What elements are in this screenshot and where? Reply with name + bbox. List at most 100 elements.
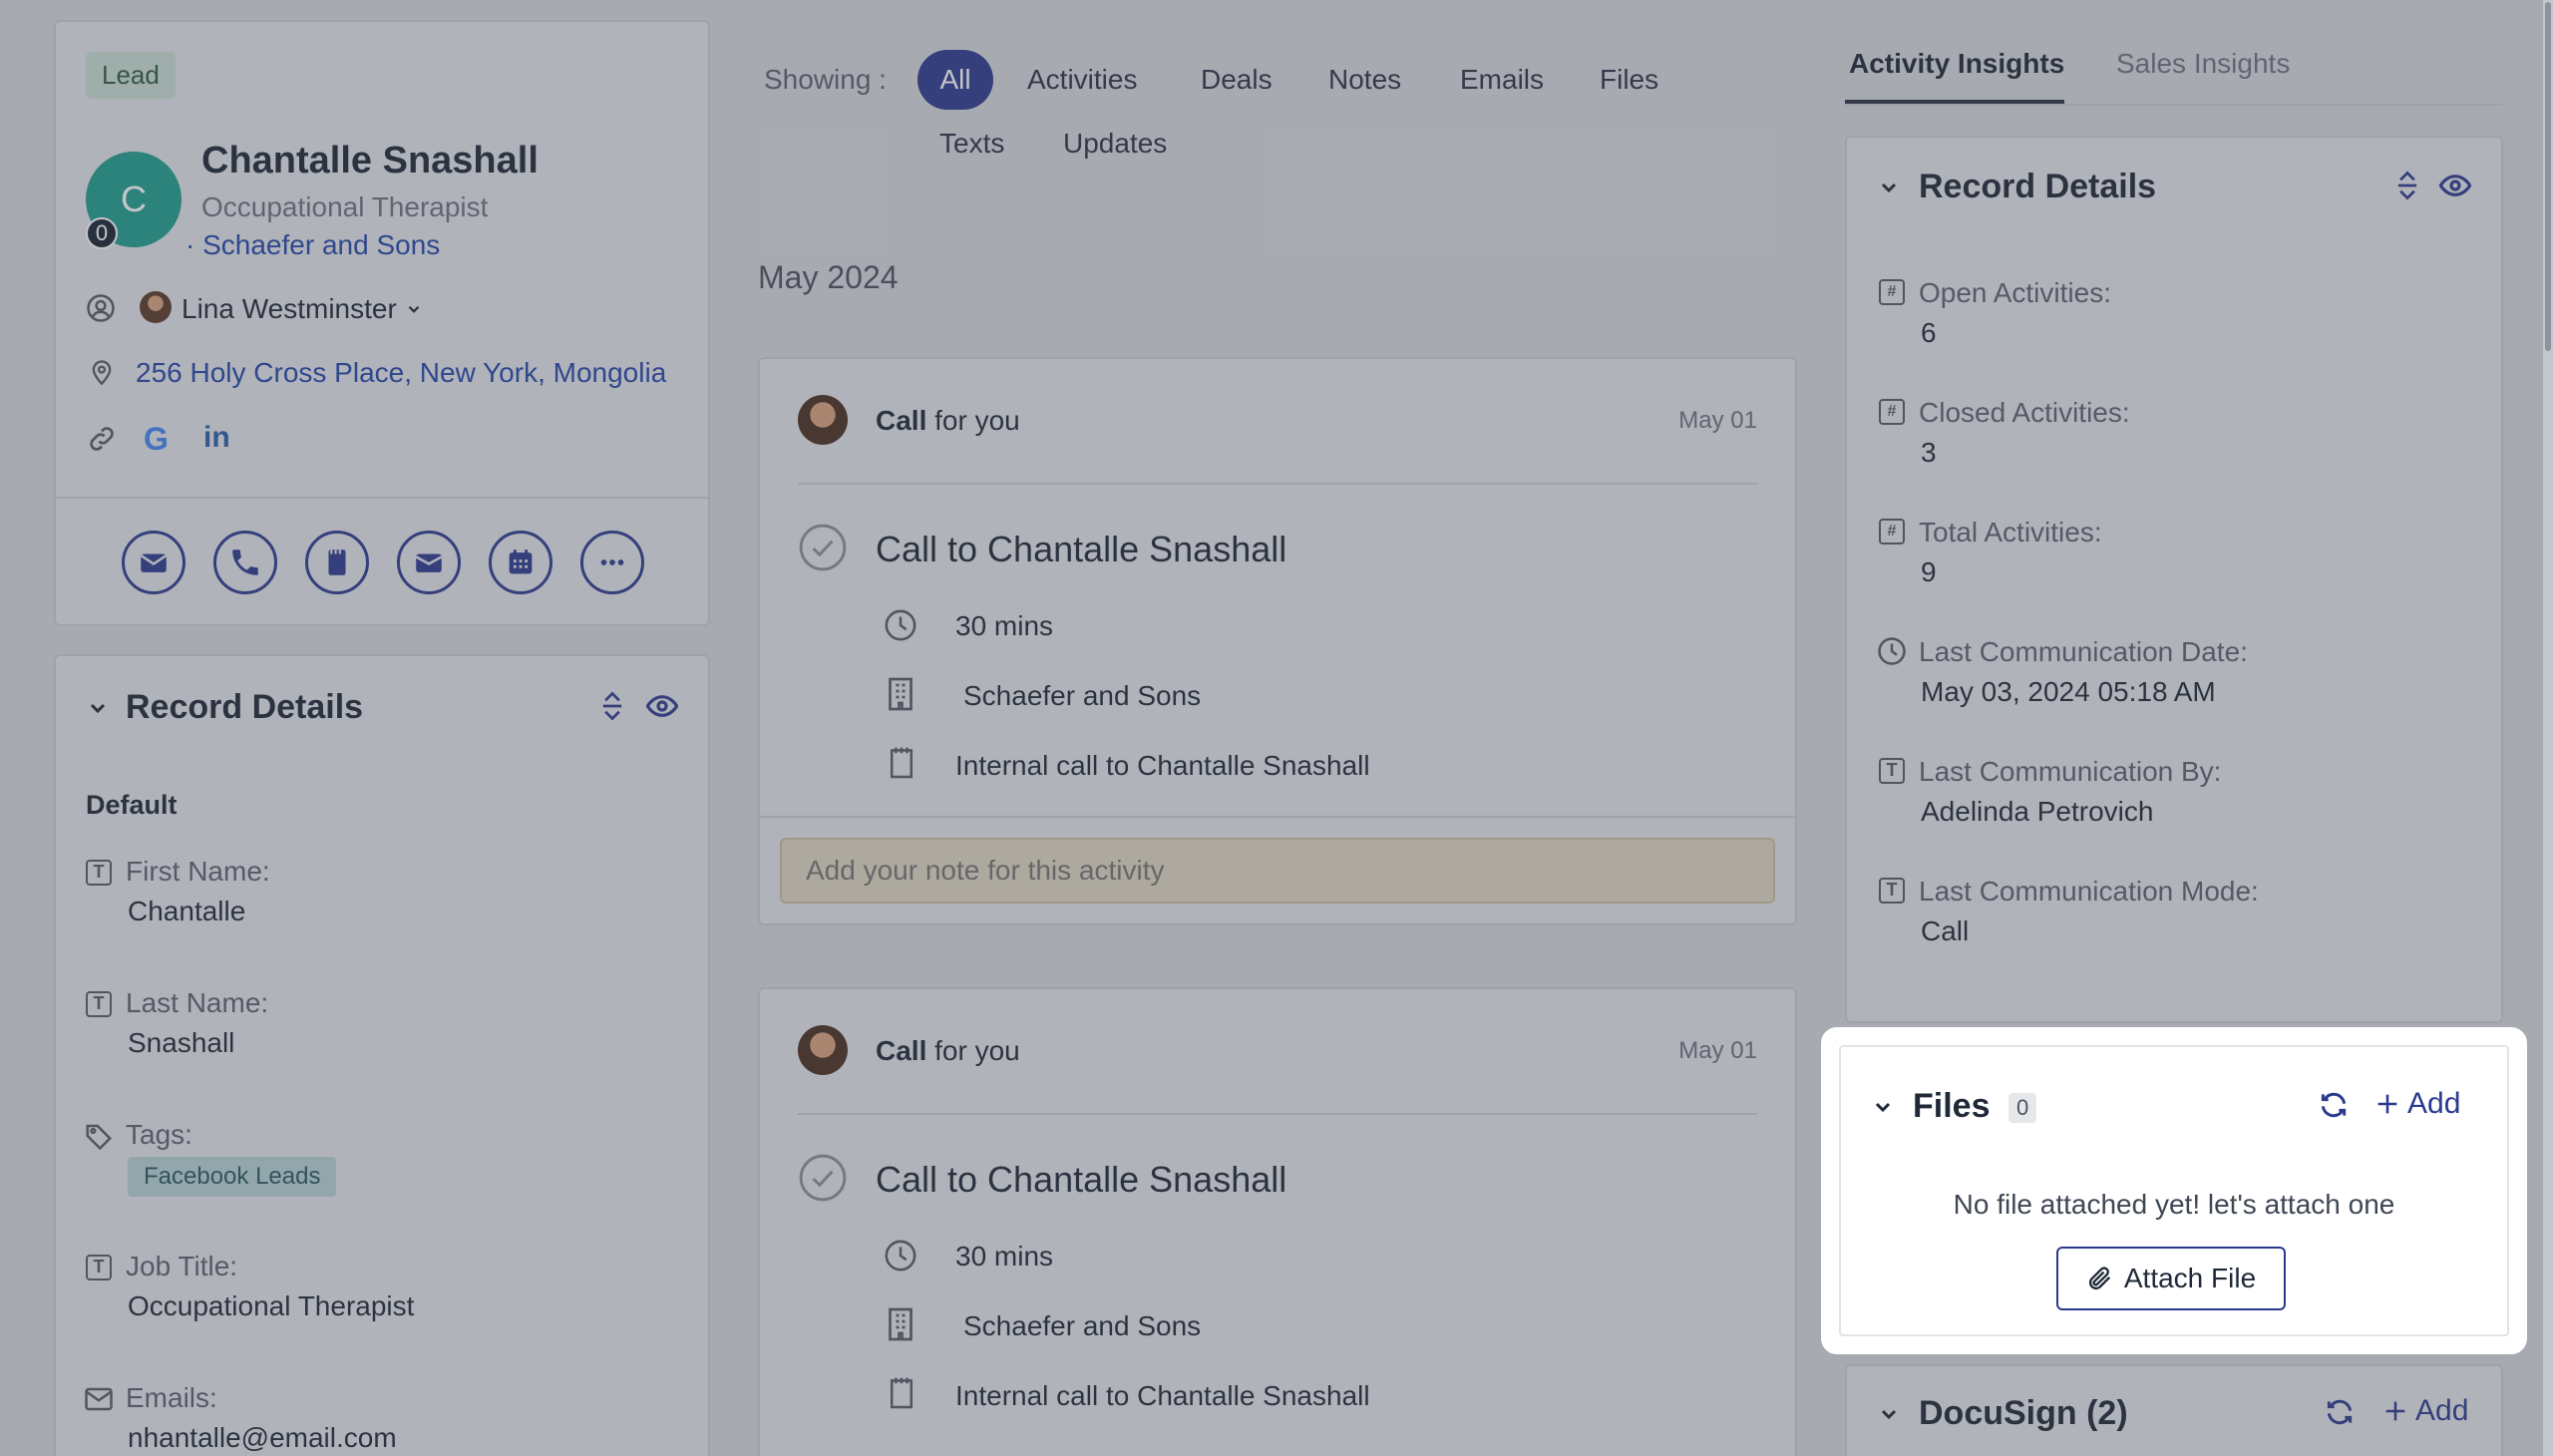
chevron-down-icon[interactable] xyxy=(86,696,110,720)
emails-label: Emails: xyxy=(126,1382,217,1413)
eye-icon[interactable] xyxy=(2439,172,2471,199)
tab-activity-insights[interactable]: Activity Insights xyxy=(1849,48,2064,80)
files-card-inner: Files 0 Add No file attached yet! let's … xyxy=(1839,1045,2509,1336)
check-circle-icon[interactable] xyxy=(798,1153,848,1203)
plus-icon xyxy=(2385,1401,2405,1421)
note-outline-icon xyxy=(890,1377,913,1409)
divider xyxy=(798,483,1757,485)
filter-activities[interactable]: Activities xyxy=(1027,64,1137,96)
first-name-label: First Name: xyxy=(126,856,270,887)
clock-icon xyxy=(1878,637,1906,665)
activity-type: Call xyxy=(876,405,927,436)
activity-title[interactable]: Call to Chantalle Snashall xyxy=(876,529,1286,570)
phone-button[interactable] xyxy=(213,531,277,594)
attach-file-button[interactable]: Attach File xyxy=(2056,1247,2286,1310)
refresh-icon[interactable] xyxy=(2324,1396,2356,1428)
docusign-card: DocuSign (2) Add xyxy=(1845,1364,2503,1456)
check-circle-icon[interactable] xyxy=(798,523,848,572)
insights-record-details-card: Record Details # Open Activities: 6 # Cl… xyxy=(1845,136,2503,1023)
company-link[interactable]: Schaefer and Sons xyxy=(202,229,440,260)
scrollbar-thumb[interactable] xyxy=(2545,2,2551,351)
divider xyxy=(760,816,1795,818)
filter-deals[interactable]: Deals xyxy=(1201,64,1273,96)
email-icon xyxy=(140,553,168,572)
contact-job-title: Occupational Therapist xyxy=(201,191,489,222)
job-title-label: Job Title: xyxy=(126,1251,238,1281)
sort-icon[interactable] xyxy=(598,690,626,722)
files-title: Files xyxy=(1913,1087,1991,1125)
last-comm-by-value: Adelinda Petrovich xyxy=(1921,796,2154,827)
files-add-button[interactable]: Add xyxy=(2373,1087,2460,1121)
phone-icon xyxy=(232,549,258,575)
text-icon: T xyxy=(86,991,112,1017)
activity-card: Call for you May 01 Call to Chantalle Sn… xyxy=(758,357,1797,925)
activity-company: Schaefer and Sons xyxy=(963,1310,1202,1341)
text-icon: T xyxy=(86,860,112,886)
eye-icon[interactable] xyxy=(646,692,678,720)
chevron-down-icon[interactable] xyxy=(1877,176,1901,199)
note-icon xyxy=(328,549,346,575)
activity-title[interactable]: Call to Chantalle Snashall xyxy=(876,1159,1286,1201)
last-name-value: Snashall xyxy=(128,1027,235,1058)
more-button[interactable] xyxy=(580,531,644,594)
filter-files[interactable]: Files xyxy=(1600,64,1658,96)
record-details-title: Record Details xyxy=(126,688,364,726)
owner-selector[interactable]: Lina Westminster xyxy=(182,293,423,325)
closed-activities-label: Closed Activities: xyxy=(1919,397,2130,428)
tab-sales-insights[interactable]: Sales Insights xyxy=(2116,48,2290,80)
address-link[interactable]: 256 Holy Cross Place, New York, Mongolia xyxy=(136,357,666,389)
refresh-icon[interactable] xyxy=(2318,1089,2350,1121)
clock-icon xyxy=(885,609,916,641)
email-alt-button[interactable] xyxy=(397,531,461,594)
hash-icon: # xyxy=(1879,279,1905,305)
activity-date: May 01 xyxy=(1678,407,1757,434)
activity-header: Call for you xyxy=(876,1035,1020,1067)
filter-texts[interactable]: Texts xyxy=(939,128,1004,160)
emails-value[interactable]: nhantalle@email.com xyxy=(128,1422,397,1454)
contact-name: Chantalle Snashall xyxy=(201,140,539,182)
divider xyxy=(56,497,708,499)
open-activities-label: Open Activities: xyxy=(1919,277,2111,308)
user-avatar xyxy=(798,395,848,445)
activity-assignee: for you xyxy=(934,1035,1020,1066)
last-comm-date-label: Last Communication Date: xyxy=(1919,636,2248,667)
activity-description: Internal call to Chantalle Snashall xyxy=(955,1380,1370,1411)
chevron-down-icon xyxy=(408,305,420,313)
activity-company: Schaefer and Sons xyxy=(963,680,1202,711)
filter-all[interactable]: All xyxy=(917,50,993,110)
tabs-divider xyxy=(1845,104,2503,106)
hash-icon: # xyxy=(1879,399,1905,425)
google-icon[interactable]: G xyxy=(144,421,169,458)
closed-activities-value: 3 xyxy=(1921,437,1937,468)
filter-emails[interactable]: Emails xyxy=(1460,64,1544,96)
activity-date: May 01 xyxy=(1678,1037,1757,1064)
clock-icon xyxy=(885,1240,916,1272)
chevron-down-icon[interactable] xyxy=(1871,1095,1895,1119)
calendar-button[interactable] xyxy=(489,531,552,594)
mail-outline-icon xyxy=(85,1387,113,1411)
activity-header: Call for you xyxy=(876,405,1020,437)
linkedin-icon[interactable]: in xyxy=(203,421,230,455)
tag-icon xyxy=(86,1124,113,1151)
docusign-add-label: Add xyxy=(2415,1394,2469,1427)
chevron-down-icon[interactable] xyxy=(1877,1402,1901,1426)
timeline-month: May 2024 xyxy=(758,259,899,295)
filter-all-label: All xyxy=(939,64,971,95)
total-activities-value: 9 xyxy=(1921,556,1937,587)
total-activities-label: Total Activities: xyxy=(1919,517,2102,547)
activity-note-input[interactable] xyxy=(780,838,1775,904)
docusign-add-button[interactable]: Add xyxy=(2381,1394,2468,1428)
files-empty-text: No file attached yet! let's attach one xyxy=(1953,1189,2395,1220)
email-button[interactable] xyxy=(122,531,185,594)
sort-icon[interactable] xyxy=(2393,170,2421,201)
note-button[interactable] xyxy=(305,531,369,594)
job-title-value: Occupational Therapist xyxy=(128,1290,415,1321)
tag-chip[interactable]: Facebook Leads xyxy=(128,1157,337,1197)
filter-notes[interactable]: Notes xyxy=(1328,64,1401,96)
avatar-count-badge: 0 xyxy=(86,217,118,249)
attach-file-label: Attach File xyxy=(2123,1263,2257,1293)
link-icon[interactable] xyxy=(86,423,118,455)
scrollbar[interactable] xyxy=(2543,0,2553,1456)
filter-updates[interactable]: Updates xyxy=(1063,128,1167,160)
last-comm-mode-value: Call xyxy=(1921,915,1970,946)
